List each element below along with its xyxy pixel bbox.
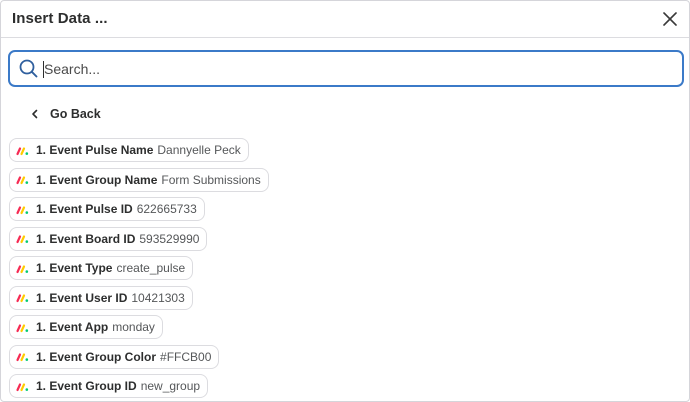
- chevron-left-icon: [32, 109, 38, 119]
- dialog-header: Insert Data ...: [1, 1, 689, 38]
- field-label: 1. Event Pulse Name: [36, 143, 154, 157]
- field-value: new_group: [140, 379, 201, 393]
- search-input[interactable]: [42, 56, 662, 81]
- field-value: #FFCB00: [160, 349, 212, 364]
- go-back-label: Go Back: [50, 107, 101, 121]
- data-field-item[interactable]: 1. Event Group Name Form Submissions: [9, 167, 269, 192]
- monday-app-icon: [16, 323, 29, 332]
- monday-app-icon: [16, 382, 29, 391]
- field-value: Form Submissions: [161, 172, 261, 187]
- field-value: Dannyelle Peck: [157, 143, 241, 157]
- field-value: monday: [112, 320, 155, 334]
- data-field-item[interactable]: 1. Event Pulse Name Dannyelle Peck: [9, 138, 249, 162]
- field-value: 10421303: [131, 290, 185, 305]
- field-label: 1. Event User ID: [36, 290, 128, 305]
- field-label: 1. Event Group Color: [36, 349, 157, 364]
- data-field-item[interactable]: 1. Event Pulse ID 622665733: [9, 197, 205, 221]
- field-label: 1. Event Group ID: [36, 379, 137, 393]
- monday-app-icon: [16, 176, 29, 185]
- text-cursor: [43, 61, 44, 78]
- data-field-item[interactable]: 1. Event Type create_pulse: [9, 256, 194, 280]
- monday-app-icon: [16, 353, 29, 362]
- close-button[interactable]: [660, 9, 680, 29]
- close-icon: [663, 12, 677, 26]
- field-value: 593529990: [139, 231, 200, 246]
- search-box[interactable]: [8, 50, 684, 87]
- field-label: 1. Event App: [36, 320, 109, 334]
- field-value: create_pulse: [116, 261, 186, 275]
- field-value: 622665733: [136, 202, 197, 216]
- data-field-item[interactable]: 1. Event Board ID 593529990: [9, 226, 208, 251]
- field-label: 1. Event Pulse ID: [36, 202, 133, 216]
- data-field-item[interactable]: 1. Event Group ID new_group: [9, 374, 209, 398]
- field-label: 1. Event Group Name: [36, 172, 158, 187]
- monday-app-icon: [16, 146, 29, 155]
- insert-data-dialog: Insert Data ... Go Back 1. Event Pu: [0, 0, 690, 402]
- monday-app-icon: [16, 264, 29, 273]
- monday-app-icon: [16, 205, 29, 214]
- data-field-item[interactable]: 1. Event App monday: [9, 315, 163, 339]
- monday-app-icon: [16, 235, 29, 244]
- field-label: 1. Event Type: [36, 261, 113, 275]
- field-label: 1. Event Board ID: [36, 231, 136, 246]
- data-field-item[interactable]: 1. Event Group Color #FFCB00: [9, 344, 220, 369]
- dialog-title: Insert Data ...: [12, 10, 108, 27]
- go-back-button[interactable]: Go Back: [30, 105, 101, 123]
- search-icon: [19, 59, 38, 78]
- data-field-item[interactable]: 1. Event User ID 10421303: [9, 285, 193, 310]
- monday-app-icon: [16, 294, 29, 303]
